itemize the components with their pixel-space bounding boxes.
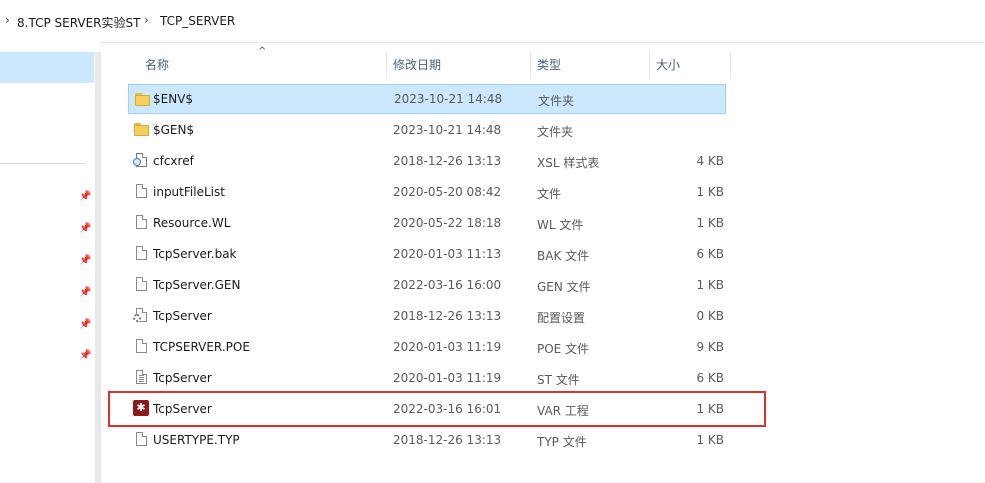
- file-size: 6 KB: [696, 371, 724, 385]
- file-name: $ENV$: [153, 92, 194, 106]
- highlight-box: [108, 391, 766, 427]
- file-icon: [133, 245, 149, 261]
- file-icon: [133, 183, 149, 199]
- file-size: 1 KB: [696, 216, 724, 230]
- file-type: 配置设置: [537, 311, 586, 325]
- file-type: BAK 文件: [537, 249, 590, 263]
- file-row[interactable]: Resource.WL 2020-05-22 18:18 WL 文件 1 KB: [128, 208, 726, 238]
- file-row[interactable]: TcpServer 2020-01-03 11:19 ST 文件 6 KB: [128, 363, 726, 393]
- file-date-modified: 2020-05-22 18:18: [393, 216, 502, 230]
- pin-icon[interactable]: 📌: [79, 287, 91, 299]
- pin-icon[interactable]: 📌: [79, 255, 91, 267]
- address-bar: › 8.TCP SERVER实验ST › TCP_SERVER: [0, 0, 985, 43]
- nav-scrollbar[interactable]: [95, 52, 101, 483]
- file-name: USERTYPE.TYP: [153, 433, 240, 447]
- file-size: 1 KB: [696, 185, 724, 199]
- file-size: 9 KB: [696, 340, 724, 354]
- column-divider[interactable]: [649, 52, 650, 78]
- file-date-modified: 2018-12-26 13:13: [393, 154, 502, 168]
- file-row[interactable]: USERTYPE.TYP 2018-12-26 13:13 TYP 文件 1 KB: [128, 425, 726, 455]
- chevron-right-icon[interactable]: ›: [144, 13, 149, 27]
- file-name: inputFileList: [153, 185, 225, 199]
- file-date-modified: 2018-12-26 13:13: [393, 433, 502, 447]
- file-icon: [133, 214, 149, 230]
- file-name: TcpServer: [153, 371, 212, 385]
- column-header-name[interactable]: 名称: [145, 42, 169, 82]
- column-header-type[interactable]: 类型: [537, 42, 561, 82]
- file-row[interactable]: TcpServer 2018-12-26 13:13 配置设置 0 KB: [128, 301, 726, 331]
- file-type: WL 文件: [537, 218, 584, 232]
- file-type: ST 文件: [537, 373, 580, 387]
- breadcrumb-item-current[interactable]: TCP_SERVER: [160, 14, 235, 28]
- pin-icon[interactable]: 📌: [79, 223, 91, 235]
- navigation-pane: 📌 📌 📌 📌 📌 📌: [0, 42, 101, 483]
- file-type: XSL 样式表: [537, 156, 600, 170]
- file-icon: [133, 431, 149, 447]
- file-row[interactable]: $ENV$ 2023-10-21 14:48 文件夹: [128, 84, 726, 114]
- file-size: 1 KB: [696, 433, 724, 447]
- file-type: 文件: [537, 187, 562, 201]
- file-icon: [133, 276, 149, 292]
- file-name: Resource.WL: [153, 216, 231, 230]
- file-date-modified: 2022-03-16 16:00: [393, 278, 502, 292]
- file-date-modified: 2020-01-03 11:19: [393, 371, 502, 385]
- file-name: TcpServer.bak: [153, 247, 237, 261]
- folder-icon: [134, 91, 150, 107]
- file-date-modified: 2023-10-21 14:48: [394, 92, 503, 106]
- column-divider[interactable]: [730, 52, 731, 78]
- xsl-file-icon: [133, 152, 149, 168]
- file-name: TCPSERVER.POE: [153, 340, 250, 354]
- file-date-modified: 2020-01-03 11:13: [393, 247, 502, 261]
- file-type: TYP 文件: [537, 435, 587, 449]
- file-name: TcpServer.GEN: [153, 278, 241, 292]
- file-row[interactable]: TcpServer.GEN 2022-03-16 16:00 GEN 文件 1 KB: [128, 270, 726, 300]
- file-size: 6 KB: [696, 247, 724, 261]
- file-size: 4 KB: [696, 154, 724, 168]
- file-row[interactable]: TcpServer.bak 2020-01-03 11:13 BAK 文件 6 KB: [128, 239, 726, 269]
- sort-ascending-icon: ^: [258, 46, 267, 57]
- column-header-size[interactable]: 大小: [656, 42, 680, 82]
- file-size: 0 KB: [696, 309, 724, 323]
- file-date-modified: 2020-01-03 11:19: [393, 340, 502, 354]
- file-name: cfcxref: [153, 154, 194, 168]
- config-file-icon: [133, 307, 149, 323]
- nav-item-selected[interactable]: [0, 52, 94, 83]
- nav-divider: [0, 163, 86, 164]
- column-header-date[interactable]: 修改日期: [393, 42, 441, 82]
- breadcrumb-item-parent[interactable]: 8.TCP SERVER实验ST: [17, 14, 140, 31]
- text-file-icon: [133, 369, 149, 385]
- file-type: GEN 文件: [537, 280, 591, 294]
- file-name: $GEN$: [153, 123, 195, 137]
- file-row[interactable]: $GEN$ 2023-10-21 14:48 文件夹: [128, 115, 726, 145]
- file-icon: [133, 338, 149, 354]
- column-divider[interactable]: [530, 52, 531, 78]
- pin-icon[interactable]: 📌: [79, 191, 91, 203]
- folder-icon: [133, 121, 149, 137]
- file-type: 文件夹: [537, 125, 574, 139]
- pin-icon[interactable]: 📌: [79, 319, 91, 331]
- pin-icon[interactable]: 📌: [79, 350, 91, 362]
- file-row[interactable]: TCPSERVER.POE 2020-01-03 11:19 POE 文件 9 KB: [128, 332, 726, 362]
- file-date-modified: 2020-05-20 08:42: [393, 185, 502, 199]
- file-row[interactable]: cfcxref 2018-12-26 13:13 XSL 样式表 4 KB: [128, 146, 726, 176]
- file-type: POE 文件: [537, 342, 590, 356]
- file-size: 1 KB: [696, 278, 724, 292]
- file-date-modified: 2018-12-26 13:13: [393, 309, 502, 323]
- file-type: 文件夹: [538, 94, 575, 108]
- file-row[interactable]: inputFileList 2020-05-20 08:42 文件 1 KB: [128, 177, 726, 207]
- chevron-right-icon[interactable]: ›: [5, 13, 10, 27]
- column-divider[interactable]: [386, 52, 387, 78]
- file-date-modified: 2023-10-21 14:48: [393, 123, 502, 137]
- file-name: TcpServer: [153, 309, 212, 323]
